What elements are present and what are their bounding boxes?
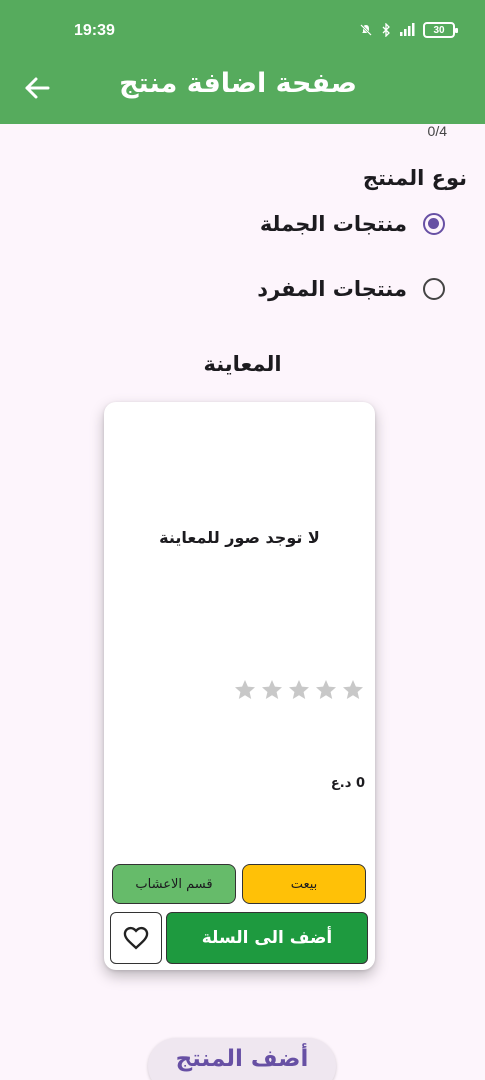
price-text: 0 د.ع xyxy=(330,776,365,791)
star-icon xyxy=(289,680,309,699)
image-counter: 0/4 xyxy=(427,123,447,139)
favorite-button[interactable] xyxy=(110,912,162,964)
radio-button-unchecked[interactable] xyxy=(423,278,445,300)
signal-icon xyxy=(400,23,415,36)
status-icons: 30 xyxy=(359,22,458,38)
arrow-back-icon xyxy=(25,77,50,99)
category-chip[interactable]: قسم الاعشاب xyxy=(112,864,236,904)
preview-label: المعاينة xyxy=(203,352,282,376)
mute-icon xyxy=(360,24,372,36)
battery-icon: 30 xyxy=(423,22,458,38)
radio-retail-label: منتجات المفرد xyxy=(257,277,407,301)
product-preview-card: لا توجد صور للمعاينة 0 د.ع بيعت قسم الاع… xyxy=(104,402,375,970)
star-icon xyxy=(343,680,363,699)
bluetooth-icon xyxy=(382,23,390,37)
rating-stars xyxy=(233,678,365,702)
add-to-cart-button[interactable]: أضف الى السلة xyxy=(166,912,368,964)
status-time: 19:39 xyxy=(74,22,115,39)
radio-button-checked[interactable] xyxy=(423,213,445,235)
star-icon xyxy=(262,680,282,699)
product-type-label: نوع المنتج xyxy=(362,166,467,190)
no-images-text: لا توجد صور للمعاينة xyxy=(159,528,320,547)
radio-wholesale[interactable]: منتجات الجملة xyxy=(260,206,445,242)
radio-retail[interactable]: منتجات المفرد xyxy=(257,271,445,307)
app-bar: صفحة اضافة منتج xyxy=(0,52,485,124)
battery-level: 30 xyxy=(433,24,445,36)
star-icon xyxy=(235,680,255,699)
star-icon xyxy=(316,680,336,699)
add-product-button[interactable]: أضف المنتج xyxy=(148,1038,336,1080)
heart-outline-icon xyxy=(123,926,149,950)
back-button[interactable] xyxy=(22,72,54,104)
page-title: صفحة اضافة منتج xyxy=(119,68,357,99)
radio-wholesale-label: منتجات الجملة xyxy=(259,212,407,236)
sold-chip[interactable]: بيعت xyxy=(242,864,366,904)
